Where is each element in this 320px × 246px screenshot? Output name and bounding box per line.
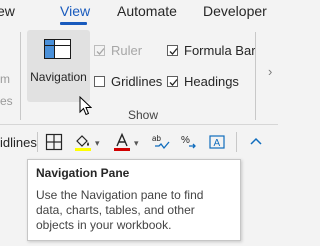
percent-format-icon[interactable]: %: [179, 132, 199, 152]
tab-view[interactable]: View: [60, 3, 90, 19]
previous-group-text: m: [0, 72, 10, 86]
navigation-button[interactable]: Navigation: [27, 30, 90, 102]
formula-bar-label: Formula Bar: [184, 42, 256, 58]
font-color-icon[interactable]: [112, 132, 132, 152]
fill-color-icon[interactable]: [73, 132, 93, 152]
ruler-label: Ruler: [111, 42, 143, 58]
show-group-label: Show: [127, 108, 159, 122]
format-shape-icon[interactable]: A: [207, 132, 227, 152]
tab-developer[interactable]: Developer: [203, 3, 267, 19]
gridlines-label: Gridlines: [111, 73, 163, 89]
collapse-icon[interactable]: [246, 132, 266, 152]
tab-automate[interactable]: Automate: [117, 3, 177, 19]
mouse-pointer-icon: [79, 96, 92, 116]
ruler-checkbox[interactable]: Ruler: [94, 41, 142, 59]
navigation-pane-tooltip: Navigation Pane Use the Navigation pane …: [27, 159, 241, 241]
active-tab-indicator: [60, 22, 87, 25]
checkbox-box: [94, 44, 105, 56]
chevron-down-icon[interactable]: ▾: [134, 138, 139, 149]
ribbon-scroll-right-icon[interactable]: ›: [268, 64, 272, 79]
borders-icon[interactable]: [44, 132, 64, 152]
navigation-pane-icon: [44, 39, 71, 59]
tooltip-title: Navigation Pane: [36, 166, 130, 180]
svg-text:ab: ab: [152, 134, 161, 143]
ribbon-tabs: ew View Automate Developer: [0, 0, 278, 26]
headings-label: Headings: [184, 73, 239, 89]
ribbon-bottom-border: [0, 124, 278, 125]
group-separator: [255, 32, 256, 120]
svg-text:A: A: [214, 138, 221, 149]
spelling-icon[interactable]: ab: [151, 132, 171, 152]
checkbox-box: [167, 44, 178, 56]
formula-bar-checkbox[interactable]: Formula Bar: [167, 41, 256, 59]
ribbon-panel: m es Navigation Ruler Gridlines Formula …: [0, 26, 278, 124]
checkbox-box: [167, 75, 178, 87]
toolbar-separator: [37, 132, 38, 152]
headings-checkbox[interactable]: Headings: [167, 72, 239, 90]
toolbar-separator: [236, 132, 237, 152]
group-separator: [20, 32, 21, 120]
quick-toolbar: idlines ▾ ▾ ab % A: [0, 126, 278, 158]
gridlines-checkbox[interactable]: Gridlines: [94, 72, 162, 90]
previous-group-fragment: m es: [0, 68, 13, 112]
tab-review-partial[interactable]: ew: [0, 3, 15, 19]
chevron-down-icon[interactable]: ▾: [95, 138, 100, 149]
tooltip-body: Use the Navigation pane to find data, ch…: [36, 188, 204, 232]
gridlines-truncated-label: idlines: [0, 135, 37, 150]
svg-text:%: %: [181, 135, 190, 146]
navigation-button-label: Navigation: [30, 70, 87, 84]
checkbox-box: [94, 75, 105, 87]
previous-group-text: es: [0, 94, 13, 108]
